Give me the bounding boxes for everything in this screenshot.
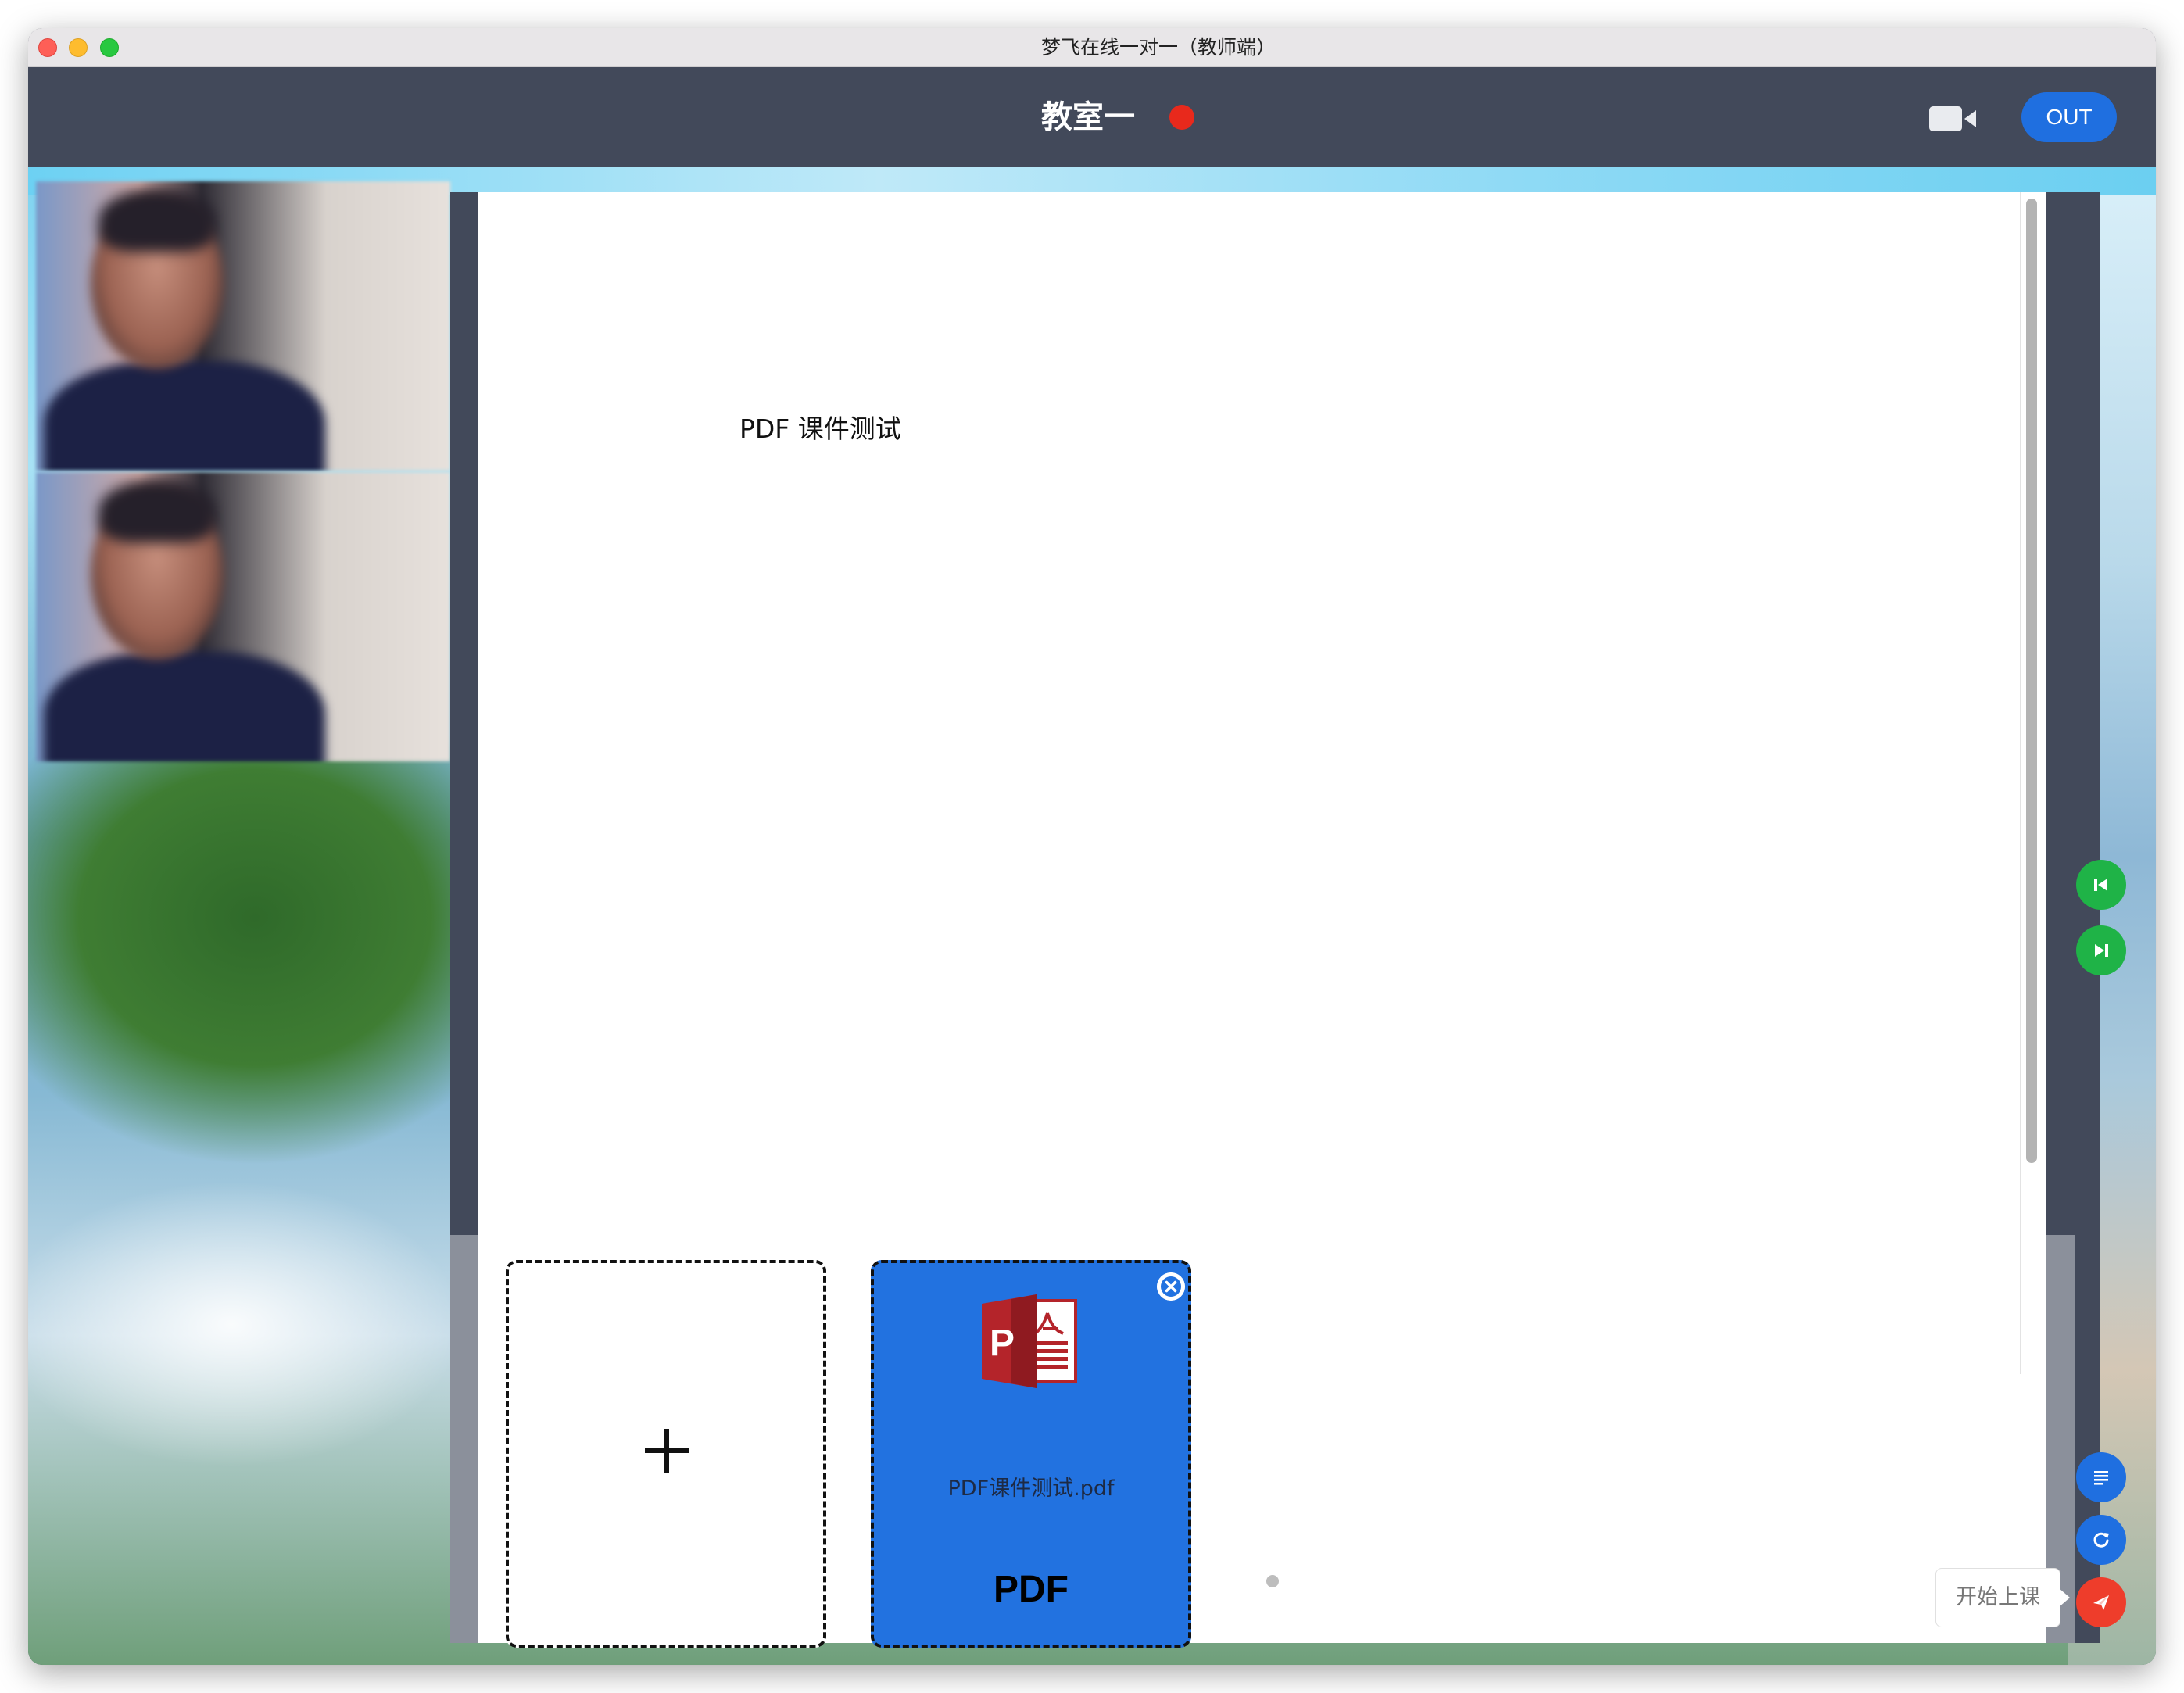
classroom-header: 教室一 OUT <box>28 67 2156 167</box>
start-class-button[interactable] <box>2076 1577 2126 1627</box>
courseware-title: PDF 课件测试 <box>739 413 901 444</box>
pdf-file-icon: P <box>982 1294 1077 1388</box>
pdf-file-type: PDF <box>994 1569 1069 1610</box>
tooltip-arrow <box>2059 1588 2070 1607</box>
refresh-button[interactable] <box>2076 1515 2126 1565</box>
start-class-tooltip: 开始上课 <box>1935 1568 2060 1627</box>
list-icon <box>2094 1471 2108 1485</box>
refresh-icon <box>2093 1532 2109 1548</box>
skip-previous-icon <box>2094 879 2107 891</box>
pdf-file-card[interactable]: P PDF课件测试.pdf PDF <box>871 1260 1191 1648</box>
upload-file-card[interactable] <box>506 1260 826 1648</box>
recording-indicator <box>1169 105 1194 130</box>
page-indicator-dot[interactable] <box>1266 1575 1279 1587</box>
plus-icon <box>645 1429 689 1473</box>
out-button[interactable]: OUT <box>2021 92 2117 142</box>
file-drawer-edge <box>450 1235 478 1643</box>
paper-plane-icon <box>2093 1595 2109 1610</box>
next-page-button[interactable] <box>2076 925 2126 975</box>
prev-page-button[interactable] <box>2076 860 2126 910</box>
window-title: 梦飞在线一对一（教师端） <box>1040 36 1276 59</box>
pdf-file-name: PDF课件测试.pdf <box>947 1476 1115 1501</box>
whiteboard-scrollbar-thumb[interactable] <box>2026 199 2037 1163</box>
courseware-list-button[interactable] <box>2076 1452 2126 1502</box>
room-name: 教室一 <box>1041 99 1135 135</box>
skip-next-icon <box>2095 944 2108 957</box>
title-bar: 梦飞在线一对一（教师端） <box>28 28 2156 67</box>
video-camera-icon[interactable] <box>1929 103 1978 134</box>
svg-text:P: P <box>990 1323 1015 1364</box>
close-icon[interactable] <box>1157 1272 1185 1301</box>
